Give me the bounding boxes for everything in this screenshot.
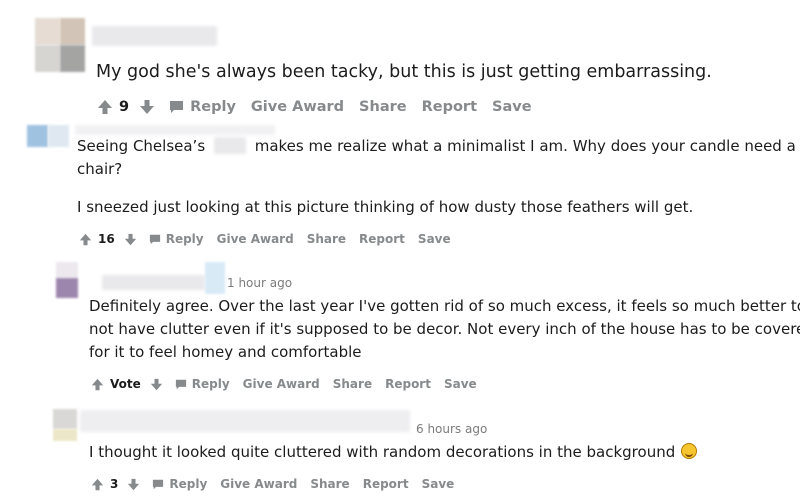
share-button[interactable]: Share bbox=[333, 377, 372, 391]
reply-button[interactable]: Reply bbox=[149, 232, 204, 246]
comment-text-line: I thought it looked quite cluttered with… bbox=[89, 441, 698, 464]
user-flair-redacted bbox=[205, 262, 225, 294]
avatar[interactable] bbox=[53, 409, 77, 441]
crying-laughing-emoji-icon bbox=[681, 443, 698, 459]
comment-text: My god she's always been tacky, but this… bbox=[96, 62, 712, 82]
comment-bubble-icon bbox=[175, 379, 187, 390]
comment-bubble-icon bbox=[169, 100, 184, 114]
reply-button[interactable]: Reply bbox=[175, 377, 230, 391]
comment-text-line: Seeing Chelsea’s makes me realize what a… bbox=[77, 137, 796, 155]
save-button[interactable]: Save bbox=[444, 377, 477, 391]
downvote-icon[interactable] bbox=[124, 233, 137, 246]
report-button[interactable]: Report bbox=[359, 232, 405, 246]
comment-action-bar: Vote Reply Give Award Share Report Save bbox=[91, 375, 492, 393]
downvote-icon[interactable] bbox=[139, 99, 155, 115]
report-button[interactable]: Report bbox=[363, 477, 409, 491]
downvote-icon[interactable] bbox=[127, 478, 140, 491]
share-button[interactable]: Share bbox=[310, 477, 349, 491]
username-redacted[interactable] bbox=[102, 275, 205, 290]
vote-count: 9 bbox=[119, 99, 130, 115]
comment-text-line: not have clutter even if it's supposed t… bbox=[89, 320, 800, 338]
comment-timestamp[interactable]: 1 hour ago bbox=[227, 276, 292, 290]
comment-text-line: for it to feel homey and comfortable bbox=[89, 343, 362, 361]
share-button[interactable]: Share bbox=[307, 232, 346, 246]
comment-text-line: Definitely agree. Over the last year I'v… bbox=[89, 297, 800, 315]
give-award-button[interactable]: Give Award bbox=[217, 232, 294, 246]
redacted-word bbox=[213, 137, 246, 154]
give-award-button[interactable]: Give Award bbox=[220, 477, 297, 491]
downvote-icon[interactable] bbox=[150, 378, 163, 391]
comment-timestamp[interactable]: 6 hours ago bbox=[416, 422, 487, 436]
avatar[interactable] bbox=[27, 125, 69, 147]
share-button[interactable]: Share bbox=[359, 99, 407, 115]
comment-action-bar: 16 Reply Give Award Share Report Save bbox=[79, 230, 466, 248]
vote-label: Vote bbox=[110, 377, 141, 391]
reply-button[interactable]: Reply bbox=[169, 99, 236, 115]
upvote-icon[interactable] bbox=[79, 233, 92, 246]
reply-button[interactable]: Reply bbox=[152, 477, 207, 491]
avatar[interactable] bbox=[35, 18, 85, 72]
comment-text-paragraph: I sneezed just looking at this picture t… bbox=[77, 198, 694, 216]
vote-count: 3 bbox=[110, 477, 119, 491]
comment-action-bar: 9 Reply Give Award Share Report Save bbox=[97, 96, 547, 118]
username-redacted[interactable] bbox=[92, 26, 217, 46]
give-award-button[interactable]: Give Award bbox=[243, 377, 320, 391]
report-button[interactable]: Report bbox=[385, 377, 431, 391]
username-redacted[interactable] bbox=[75, 125, 275, 135]
upvote-icon[interactable] bbox=[91, 478, 104, 491]
save-button[interactable]: Save bbox=[418, 232, 451, 246]
give-award-button[interactable]: Give Award bbox=[251, 99, 344, 115]
upvote-icon[interactable] bbox=[91, 378, 104, 391]
comment-bubble-icon bbox=[152, 479, 164, 490]
upvote-icon[interactable] bbox=[97, 99, 113, 115]
save-button[interactable]: Save bbox=[492, 99, 532, 115]
comment-action-bar: 3 Reply Give Award Share Report Save bbox=[91, 475, 469, 493]
save-button[interactable]: Save bbox=[422, 477, 455, 491]
vote-count: 16 bbox=[98, 232, 115, 246]
comment-text-line: chair? bbox=[77, 160, 123, 178]
comment-bubble-icon bbox=[149, 234, 161, 245]
avatar[interactable] bbox=[56, 262, 78, 298]
username-redacted[interactable] bbox=[80, 410, 410, 432]
report-button[interactable]: Report bbox=[422, 99, 477, 115]
